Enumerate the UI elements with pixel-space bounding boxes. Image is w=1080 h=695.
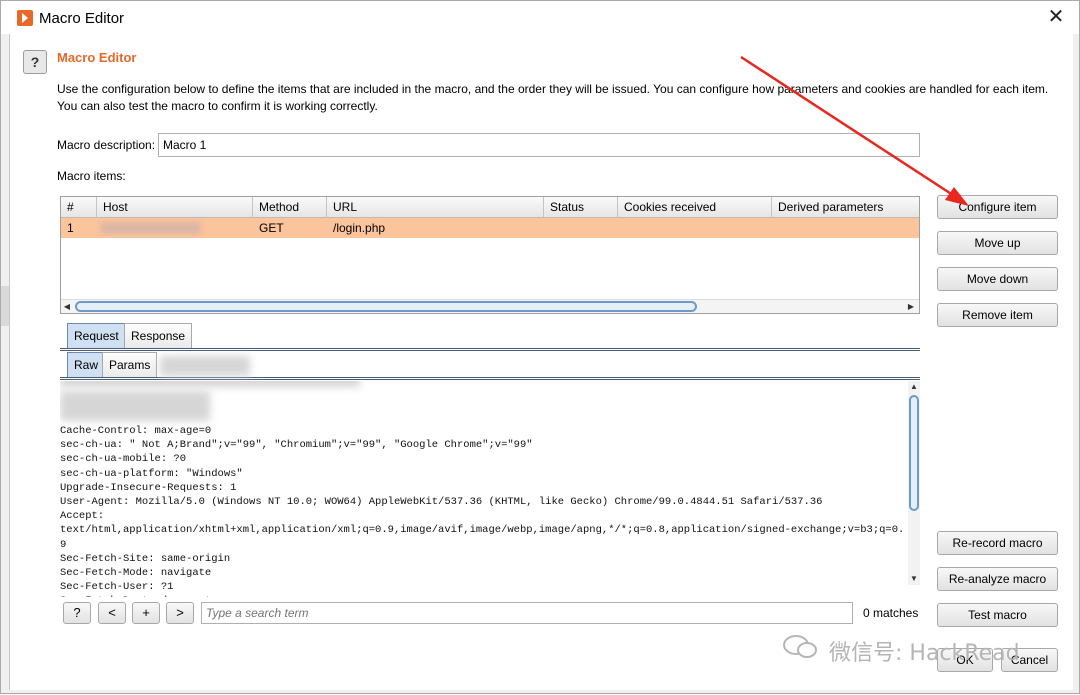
tab-raw[interactable]: Raw [67,352,106,377]
scroll-left-icon[interactable]: ◀ [61,301,73,313]
window-title: Macro Editor [39,10,125,27]
request-raw-text[interactable]: Cache-Control: max-age=0 sec-ch-ua: " Not… [60,424,905,597]
column-header-number[interactable]: # [61,197,97,218]
search-bar: ? < + > 0 matches [60,600,920,628]
column-header-url[interactable]: URL [327,197,544,218]
request-line: sec-ch-ua-platform: "Windows" [60,467,243,480]
reanalyze-macro-button[interactable]: Re-analyze macro [937,567,1058,591]
search-prev-button[interactable]: < [98,602,126,624]
message-view-tabs: Raw Params [60,352,920,380]
macro-editor-window: Macro Editor ✕ ? Macro Editor Use the co… [0,0,1080,694]
macro-description-label: Macro description: [57,138,156,152]
request-response-tabs: Request Response [60,323,920,351]
request-line: Upgrade-Insecure-Requests: 1 [60,481,237,494]
scrollbar-thumb[interactable] [75,301,697,312]
request-line: text/html,application/xhtml+xml,applicat… [60,524,905,537]
background-window-edge [1,286,9,326]
table-row[interactable]: 1 GET /login.php [61,218,919,238]
column-header-method[interactable]: Method [253,197,327,218]
intro-text: Use the configuration below to define th… [57,82,1049,113]
row-number: 1 [67,221,74,235]
tab-response[interactable]: Response [124,323,193,348]
redacted-host-header [60,391,210,421]
title-bar: Macro Editor ✕ [1,1,1079,34]
close-icon[interactable]: ✕ [1045,5,1067,29]
dialog-heading: Macro Editor [57,50,137,65]
column-header-host[interactable]: Host [97,197,253,218]
move-up-button[interactable]: Move up [937,231,1058,255]
request-line: Sec-Fetch-Site: same-origin [60,552,231,565]
wechat-icon [783,635,817,658]
request-line: Accept: [60,510,105,523]
request-line: sec-ch-ua: " Not A;Brand";v="99", "Chrom… [60,439,533,452]
search-add-button[interactable]: + [132,602,160,624]
macro-items-label: Macro items: [57,169,126,183]
search-input[interactable] [201,602,853,624]
move-down-button[interactable]: Move down [937,267,1058,291]
request-line: Cache-Control: max-age=0 [60,425,212,437]
row-url: /login.php [333,221,386,235]
configure-item-button[interactable]: Configure item [937,195,1058,219]
redacted-request-line [60,381,360,387]
help-button[interactable]: ? [23,50,47,74]
redacted-tabs [160,356,250,376]
column-header-status[interactable]: Status [544,197,618,218]
column-header-cookies[interactable]: Cookies received [618,197,772,218]
scroll-up-icon[interactable]: ▲ [908,381,920,393]
request-vertical-scrollbar[interactable]: ▲ ▼ [908,381,920,585]
tab-params[interactable]: Params [102,352,158,377]
test-macro-button[interactable]: Test macro [937,603,1058,627]
remove-item-button[interactable]: Remove item [937,303,1058,327]
request-line: Sec-Fetch-Dest: document [60,594,900,597]
burp-app-icon [17,10,33,26]
row-method: GET [259,221,284,235]
request-line: 9 [60,538,67,551]
tab-request[interactable]: Request [67,323,126,348]
macro-items-table: # Host Method URL Status Cookies receive… [60,196,920,314]
watermark-text: 微信号: HackRead [829,641,1020,666]
table-horizontal-scrollbar[interactable]: ◀ ▶ [61,299,919,313]
redacted-host [101,222,201,234]
request-line: User-Agent: Mozilla/5.0 (Windows NT 10.0… [60,496,823,509]
search-match-count: 0 matches [863,606,919,620]
rerecord-macro-button[interactable]: Re-record macro [937,531,1058,555]
column-header-derived[interactable]: Derived parameters [772,197,919,218]
table-header: # Host Method URL Status Cookies receive… [61,197,919,218]
search-next-button[interactable]: > [166,602,194,624]
request-line: Sec-Fetch-Mode: navigate [60,567,212,580]
scrollbar-thumb[interactable] [909,395,919,511]
scroll-right-icon[interactable]: ▶ [905,301,917,313]
request-line: Sec-Fetch-User: ?1 [60,581,174,594]
macro-description-input[interactable] [158,133,920,157]
search-help-button[interactable]: ? [63,602,91,624]
request-editor[interactable]: Cache-Control: max-age=0 sec-ch-ua: " Not… [60,381,920,597]
scroll-down-icon[interactable]: ▼ [908,573,920,585]
request-line: sec-ch-ua-mobile: ?0 [60,453,187,466]
